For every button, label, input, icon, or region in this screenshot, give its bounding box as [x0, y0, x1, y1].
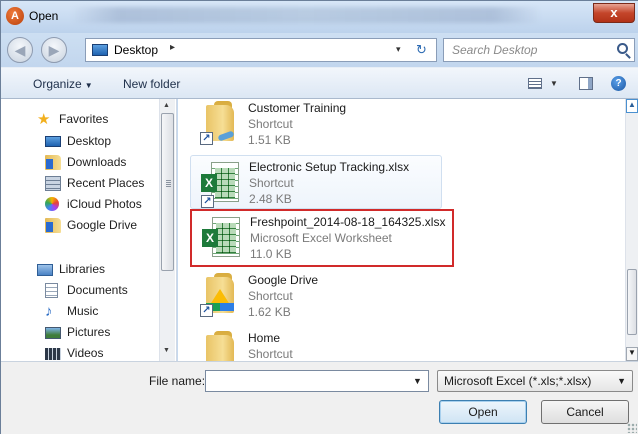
file-item-customer-training[interactable]: ↗ Customer Training Shortcut 1.51 KB: [190, 99, 442, 151]
nav-label: Documents: [67, 283, 128, 297]
forward-button[interactable]: ▶: [41, 37, 67, 63]
nav-label: iCloud Photos: [67, 197, 142, 211]
file-type: Shortcut: [248, 347, 293, 361]
file-name: Google Drive: [248, 273, 319, 287]
icloud-photos-icon: [45, 197, 59, 211]
file-item-google-drive[interactable]: ↗ Google Drive Shortcut 1.62 KB: [190, 269, 442, 323]
videos-icon: [45, 348, 61, 360]
address-bar[interactable]: Desktop ▸ ▾ ↻: [85, 38, 437, 62]
search-icon[interactable]: [617, 43, 628, 54]
breadcrumb-chevron-icon[interactable]: ▸: [170, 42, 175, 53]
nav-label: Recent Places: [67, 176, 145, 190]
nav-label: Favorites: [59, 112, 109, 126]
help-icon[interactable]: ?: [611, 76, 626, 91]
nav-label: Desktop: [67, 134, 112, 148]
navigation-scroll-thumb[interactable]: [161, 113, 174, 271]
libraries-icon: [37, 264, 53, 276]
nav-label: Videos: [67, 346, 104, 360]
file-type-filter-value: Microsoft Excel (*.xls;*.xlsx): [444, 374, 592, 388]
file-size: 11.0 KB: [250, 247, 292, 261]
file-item-electronic-setup-tracking[interactable]: X ↗ Electronic Setup Tracking.xlsx Short…: [190, 155, 442, 209]
organize-button[interactable]: Organize ▼: [33, 77, 93, 91]
file-type: Microsoft Excel Worksheet: [250, 231, 392, 245]
file-item-home[interactable]: Home Shortcut: [190, 327, 442, 361]
file-size: 1.51 KB: [248, 133, 291, 147]
nav-label: Pictures: [67, 325, 111, 339]
cancel-button[interactable]: Cancel: [541, 400, 629, 424]
refresh-icon[interactable]: ↻: [416, 42, 427, 58]
downloads-icon: [45, 155, 61, 170]
star-icon: ★: [37, 111, 51, 128]
title-bar[interactable]: A Open x: [1, 1, 638, 33]
back-button[interactable]: ◀: [7, 37, 33, 63]
file-name-label: File name:: [149, 374, 206, 388]
dialog-footer: File name: ▼ Microsoft Excel (*.xls;*.xl…: [1, 361, 638, 434]
file-item-freshpoint[interactable]: X Freshpoint_2014-08-18_164325.xlsx Micr…: [190, 209, 454, 267]
navigation-scrollbar[interactable]: ▲ ▼: [159, 99, 175, 361]
file-list-scrollbar[interactable]: ▲ ▼: [625, 99, 638, 361]
nav-label: Music: [67, 304, 99, 318]
search-box[interactable]: Search Desktop: [443, 38, 635, 62]
google-drive-folder-icon: ↗: [200, 273, 240, 319]
file-size: 1.62 KB: [248, 305, 291, 319]
scroll-up-arrow-icon[interactable]: ▲: [163, 102, 170, 109]
folder-shortcut-icon: [200, 331, 240, 361]
open-dialog: A Open x ◀ ▶ Desktop ▸ ▾ ↻ Search Deskto…: [0, 0, 638, 434]
scroll-up-arrow-icon[interactable]: ▲: [626, 99, 638, 113]
file-type: Shortcut: [248, 117, 293, 131]
address-history-dropdown[interactable]: ▾: [396, 44, 401, 55]
change-view-icon[interactable]: [528, 78, 542, 89]
file-type: Shortcut: [249, 176, 294, 190]
desktop-icon: [92, 44, 108, 56]
file-list-pane: ↗ Customer Training Shortcut 1.51 KB X ↗…: [178, 99, 625, 361]
app-icon: A: [6, 7, 24, 25]
file-name-dropdown[interactable]: ▼: [413, 376, 422, 386]
close-button[interactable]: x: [593, 3, 635, 23]
scroll-down-arrow-icon[interactable]: ▼: [626, 347, 638, 361]
command-toolbar: Organize ▼ New folder ▼ ?: [1, 67, 638, 99]
file-list-scroll-thumb[interactable]: [627, 269, 637, 335]
chevron-down-icon: ▼: [84, 81, 93, 90]
view-options-dropdown[interactable]: ▼: [550, 79, 558, 88]
address-location[interactable]: Desktop: [114, 43, 158, 57]
pictures-icon: [45, 327, 61, 339]
search-input[interactable]: Search Desktop: [452, 43, 537, 57]
nav-label: Downloads: [67, 155, 127, 169]
excel-file-icon: X: [202, 215, 242, 261]
scroll-grip-icon: [166, 180, 171, 187]
file-name: Electronic Setup Tracking.xlsx: [249, 160, 410, 174]
excel-shortcut-icon: X ↗: [201, 160, 241, 208]
file-type: Shortcut: [248, 289, 293, 303]
blurred-background-menu: [71, 7, 541, 23]
new-folder-button[interactable]: New folder: [123, 77, 180, 91]
file-name: Freshpoint_2014-08-18_164325.xlsx: [250, 215, 446, 229]
file-name-input[interactable]: [205, 370, 429, 392]
desktop-icon: [45, 136, 61, 147]
nav-label: Google Drive: [67, 218, 138, 232]
navigation-pane: ★ Favorites Desktop Downloads Recent Pla…: [1, 99, 177, 361]
address-row: ◀ ▶ Desktop ▸ ▾ ↻ Search Desktop: [1, 33, 638, 67]
open-button[interactable]: Open: [439, 400, 527, 424]
documents-icon: [45, 283, 58, 298]
preview-pane-icon[interactable]: [579, 77, 593, 90]
folder-shortcut-icon: ↗: [200, 101, 240, 147]
file-type-filter-select[interactable]: Microsoft Excel (*.xls;*.xlsx) ▼: [437, 370, 633, 392]
google-drive-icon: [45, 218, 61, 233]
music-icon: ♪: [45, 303, 53, 320]
nav-label: Libraries: [59, 262, 106, 276]
resize-grip-icon[interactable]: [627, 423, 637, 433]
file-name: Home: [248, 331, 281, 345]
scroll-down-arrow-icon[interactable]: ▼: [163, 347, 170, 354]
recent-places-icon: [45, 176, 61, 191]
window-title: Open: [29, 9, 59, 23]
chevron-down-icon: ▼: [617, 376, 626, 386]
organize-label: Organize: [33, 77, 82, 91]
file-name: Customer Training: [248, 101, 347, 115]
file-size: 2.48 KB: [249, 192, 292, 206]
